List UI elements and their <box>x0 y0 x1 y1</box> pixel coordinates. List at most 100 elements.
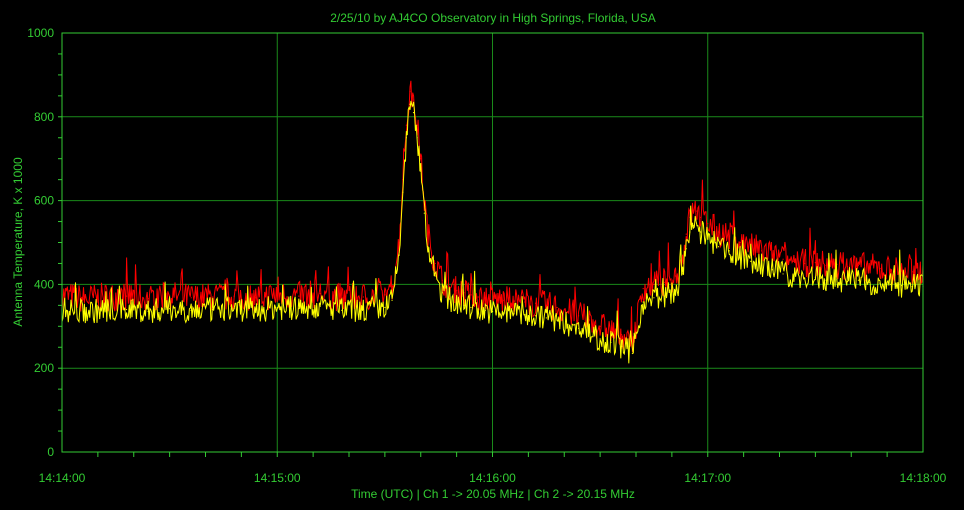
data-point-ch1 <box>276 294 278 296</box>
data-point-ch1 <box>728 235 730 237</box>
data-point-ch1 <box>420 158 422 160</box>
data-point-ch1 <box>484 297 486 299</box>
data-point-ch1 <box>384 294 386 296</box>
data-point-ch1 <box>513 300 515 302</box>
data-point-ch2 <box>610 341 612 343</box>
data-point-ch1 <box>588 319 590 321</box>
data-point-ch1 <box>900 270 903 272</box>
data-point-ch1 <box>696 210 698 212</box>
data-point-ch2 <box>567 323 569 325</box>
data-point-ch2 <box>82 311 85 313</box>
data-point-ch2 <box>402 191 404 193</box>
data-point-ch2 <box>456 302 458 304</box>
x-tick-label: 14:17:00 <box>684 471 731 485</box>
data-point-ch2 <box>470 306 472 309</box>
data-point-ch1 <box>82 298 85 300</box>
data-point-ch2 <box>879 282 881 284</box>
data-point-ch1 <box>664 281 666 283</box>
data-point-ch2 <box>642 301 644 303</box>
data-point-ch2 <box>771 269 773 271</box>
data-point-ch2 <box>900 285 903 287</box>
data-point-ch1 <box>362 296 364 298</box>
data-point-ch2 <box>750 260 752 262</box>
data-point-ch2 <box>588 331 590 334</box>
data-point-ch1 <box>707 223 709 225</box>
data-point-ch1 <box>685 233 687 235</box>
data-point-ch1 <box>890 269 892 271</box>
data-point-ch2 <box>621 345 623 348</box>
data-point-ch2 <box>384 306 386 309</box>
data-point-ch2 <box>782 273 784 275</box>
data-point-ch2 <box>699 231 702 233</box>
data-point-ch1 <box>567 311 569 313</box>
data-point-ch1 <box>804 262 806 265</box>
data-point-ch1 <box>699 216 702 218</box>
data-point-ch2 <box>685 248 687 250</box>
radio-chart: 0 200 400 600 800 1000 14:14:00 14:15:00 14:16:0… <box>0 0 964 510</box>
data-point-ch1 <box>610 329 612 332</box>
x-tick-label: 14:14:00 <box>39 471 86 485</box>
data-point-ch1 <box>409 91 411 93</box>
data-point-ch2 <box>255 309 257 311</box>
data-point-ch2 <box>420 170 422 172</box>
data-point-ch2 <box>212 308 214 311</box>
y-tick-label: 400 <box>34 277 54 291</box>
data-point-ch1 <box>782 258 784 260</box>
data-point-ch2 <box>298 308 300 310</box>
data-point-ch1 <box>674 275 677 277</box>
data-point-ch2 <box>825 279 827 281</box>
data-point-ch2 <box>502 312 504 314</box>
data-point-ch1 <box>825 264 827 267</box>
data-point-ch1 <box>398 241 400 244</box>
data-point-ch2 <box>276 306 278 309</box>
data-point-ch1 <box>868 267 870 269</box>
data-point-ch2 <box>534 315 537 317</box>
data-point-ch2 <box>793 275 795 277</box>
data-point-ch2 <box>631 352 634 355</box>
data-point-ch2 <box>890 283 892 285</box>
data-point-ch1 <box>653 283 655 285</box>
data-point-ch2 <box>857 279 860 281</box>
data-point-ch1 <box>456 290 458 292</box>
data-point-ch1 <box>771 254 773 256</box>
x-tick-label: 14:16:00 <box>469 471 516 485</box>
data-point-ch2 <box>868 281 870 283</box>
chart-title: 2/25/10 by AJ4CO Observatory in High Spr… <box>330 11 655 25</box>
data-point-ch1 <box>599 325 601 327</box>
data-point-ch1 <box>427 233 429 235</box>
data-point-ch1 <box>319 293 321 295</box>
data-point-ch1 <box>847 266 849 268</box>
data-point-ch1 <box>412 99 415 101</box>
data-point-ch2 <box>491 311 494 313</box>
data-point-ch1 <box>470 294 472 296</box>
data-point-ch1 <box>578 315 580 317</box>
data-point-ch2 <box>427 246 429 248</box>
y-tick-label: 200 <box>34 361 54 375</box>
data-point-ch2 <box>739 256 741 258</box>
data-point-ch2 <box>125 308 128 311</box>
data-point-ch1 <box>255 297 257 299</box>
data-point-ch2 <box>423 212 425 214</box>
data-point-ch1 <box>491 298 494 300</box>
data-point-ch1 <box>212 296 214 298</box>
data-point-ch1 <box>524 301 526 303</box>
data-point-ch2 <box>578 327 580 329</box>
data-point-ch2 <box>190 309 192 311</box>
data-point-ch1 <box>391 285 393 288</box>
data-point-ch2 <box>104 309 106 311</box>
data-point-ch1 <box>793 260 795 262</box>
data-point-ch2 <box>147 310 149 312</box>
data-point-ch1 <box>556 306 558 309</box>
data-point-ch2 <box>477 308 479 311</box>
data-point-ch2 <box>341 309 343 311</box>
data-point-ch2 <box>707 237 709 239</box>
data-point-ch1 <box>717 231 720 233</box>
data-point-ch2 <box>836 278 838 280</box>
data-point-ch2 <box>804 277 806 279</box>
data-point-ch1 <box>147 298 149 300</box>
data-point-ch1 <box>760 250 763 252</box>
data-point-ch1 <box>879 267 881 270</box>
data-point-ch2 <box>412 112 415 114</box>
data-point-ch1 <box>534 302 537 304</box>
data-point-ch2 <box>760 264 763 267</box>
